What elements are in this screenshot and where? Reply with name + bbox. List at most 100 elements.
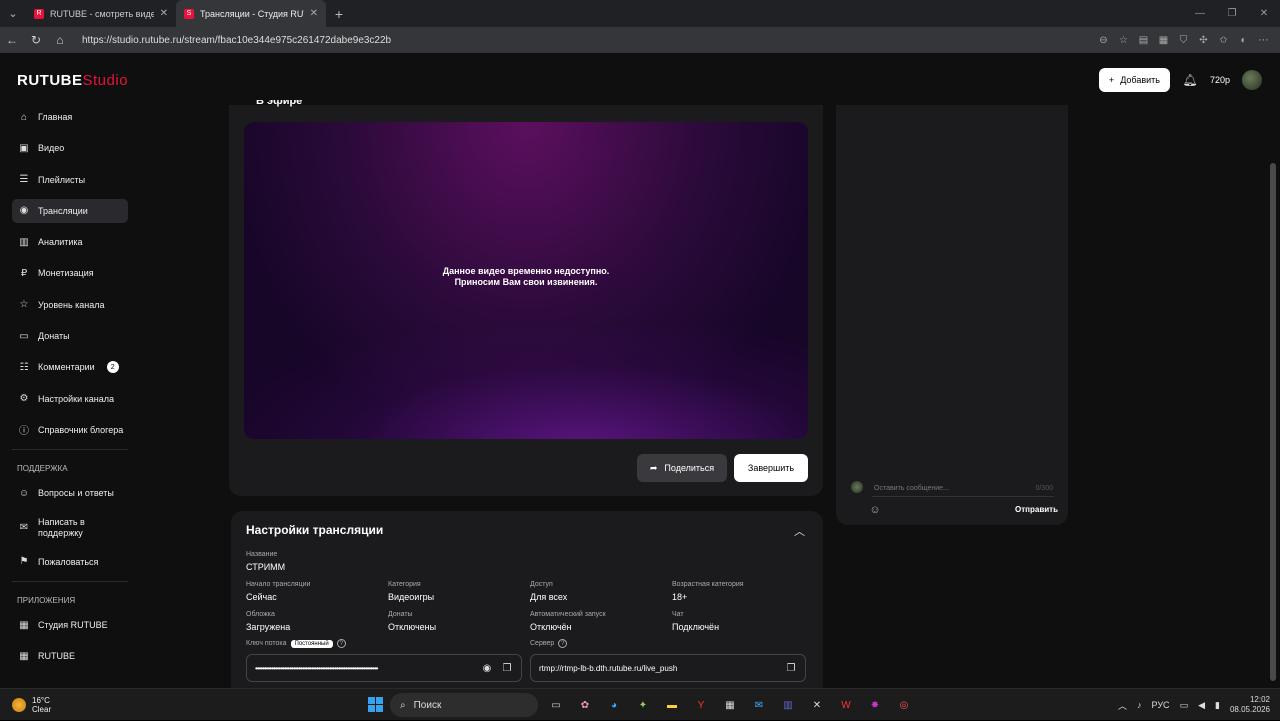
notification-bell-icon[interactable]: 🔔︎ [1182,72,1198,88]
copy-icon[interactable]: ❐ [785,662,797,674]
home-icon[interactable]: ⌂ [48,33,72,47]
page-scrollbar[interactable] [1270,157,1276,684]
chevron-up-icon[interactable]: ︿ [1118,699,1127,712]
extension-icon[interactable]: ▦ [1157,34,1170,47]
sidebar-item-blogger-guide[interactable]: ⓘ Справочник блогера [12,418,128,442]
new-tab-icon[interactable]: + [326,6,352,22]
sidebar-divider [12,581,128,583]
end-stream-button[interactable]: Завершить [734,454,808,482]
close-window-icon[interactable]: ✕ [1248,0,1280,27]
reload-icon[interactable]: ↻ [24,33,48,47]
sidebar-item-comments[interactable]: ☷ Комментарии 2 [12,355,128,379]
sidebar-item-playlists[interactable]: ☰ Плейлисты [12,168,128,192]
windows-start-icon[interactable] [368,697,383,712]
donate-icon: ▭ [19,330,29,342]
video-unavailable-message: Данное видео временно недоступно. Принос… [442,266,610,287]
store-icon[interactable]: ▦ [720,695,740,715]
server-url-field[interactable]: rtmp://rtmp-lb-b.dth.rutube.ru/live_push… [530,654,806,682]
mail-app-icon[interactable]: ✉ [749,695,769,715]
file-explorer-icon[interactable]: ▬ [662,695,682,715]
tab-list-chevron-icon[interactable]: ⌄ [0,0,26,27]
emoji-icon[interactable]: ☺ [869,504,881,516]
chevron-up-icon[interactable]: ︿ [794,523,805,539]
help-icon[interactable]: ? [558,639,568,648]
sidebar-item-analytics[interactable]: ▥ Аналитика [12,230,128,254]
mail-icon: ✉ [19,522,29,534]
browser-app-icon[interactable]: ◎ [894,695,914,715]
info-icon: ⓘ [19,426,29,438]
address-bar: ← ↻ ⌂ https://studio.rutube.ru/stream/fb… [0,27,1280,53]
stream-key-field[interactable]: ••••••••••••••••••••••••••••••••••••••••… [246,654,522,682]
copy-icon[interactable]: ❐ [501,662,513,674]
add-button[interactable]: + Добавить [1098,68,1170,92]
close-tab-icon[interactable]: ✕ [310,8,318,19]
sidebar-item-channel-level[interactable]: ☆ Уровень канала [12,293,128,317]
back-icon[interactable]: ← [0,33,24,47]
sidebar-item-studio-app[interactable]: ▦ Студия RUTUBE [12,613,128,637]
language-indicator[interactable]: РУС [1152,700,1170,710]
analytics-icon: ▥ [19,236,29,248]
system-tray: ︿ ♪ РУС ▭ ◀ ▮ 12:02 08.05.2026 [1118,689,1270,721]
app-icon[interactable]: W [836,695,856,715]
video-player[interactable]: Данное видео временно недоступно. Принос… [244,122,808,439]
browser-tab-studio[interactable]: S Трансляции - Студия RUTUBE ✕ [176,0,326,27]
sidebar-item-report[interactable]: ⚑ Пожаловаться [12,550,128,574]
field-chat: Чат Подключён [672,611,720,632]
avatar[interactable] [1242,70,1262,90]
share-button[interactable]: ➦ Поделиться [637,454,727,482]
sidebar-item-donations[interactable]: ▭ Донаты [12,324,128,348]
task-view-icon[interactable]: ▭ [546,695,566,715]
favorites-icon[interactable]: ✩ [1217,34,1230,47]
on-air-title: В эфире [256,100,303,107]
battery-icon[interactable]: ▮ [1215,700,1220,711]
profile-icon[interactable]: ◐ [1237,34,1250,47]
sidebar-item-home[interactable]: ⌂ Главная [12,105,128,129]
network-icon[interactable]: ▭ [1180,700,1189,711]
balance[interactable]: 720р [1210,75,1230,85]
extension-icon[interactable]: ▤ [1137,34,1150,47]
edge-browser-icon[interactable]: ◕ [604,695,624,715]
rutube-studio-logo[interactable]: RUTUBEStudio [17,72,128,89]
maximize-icon[interactable]: ❐ [1216,0,1248,27]
sidebar-divider [12,449,128,451]
close-tab-icon[interactable]: ✕ [160,8,168,19]
comments-count-badge: 2 [106,361,119,374]
minimize-icon[interactable]: — [1184,0,1216,27]
taskbar-search[interactable]: ⌕ Поиск [390,693,538,717]
microphone-icon[interactable]: ♪ [1137,700,1142,710]
field-access: Доступ Для всех [530,581,568,602]
sidebar-item-monetization[interactable]: ₽ Монетизация [12,261,128,285]
url-field[interactable]: https://studio.rutube.ru/stream/fbac10e3… [82,35,1097,46]
sidebar-item-channel-settings[interactable]: ⚙ Настройки канала [12,387,128,411]
app-icon[interactable]: ✕ [807,695,827,715]
extensions-puzzle-icon[interactable]: ✣ [1197,34,1210,47]
eye-icon[interactable]: ◉ [481,662,493,674]
help-icon[interactable]: ? [336,639,346,648]
scrollbar-thumb[interactable] [1270,163,1276,681]
browser-tab-rutube[interactable]: R RUTUBE - смотреть видео онлай ✕ [26,0,176,27]
sidebar-item-rutube-app[interactable]: ▦ RUTUBE [12,644,128,668]
send-button[interactable]: Отправить [1015,505,1058,514]
app-icon[interactable]: ✦ [633,695,653,715]
stream-settings-panel: Настройки трансляции ︿ Название СТРИММ Н… [231,511,823,688]
copilot-icon[interactable]: ✿ [575,695,595,715]
sidebar-item-video[interactable]: ▣ Видео [12,136,128,160]
sidebar-item-write-support[interactable]: ✉ Написать в поддержку [12,513,128,543]
sidebar-item-faq[interactable]: ☺ Вопросы и ответы [12,481,128,505]
chat-input-underline [872,496,1054,497]
volume-icon[interactable]: ◀ [1198,700,1205,711]
menu-icon[interactable]: ⋯ [1257,34,1270,47]
chat-panel: Оставить сообщение... 0/300 ☺ Отправить [836,105,1068,525]
server-label: Сервер? [530,639,568,652]
tab-title: Трансляции - Студия RUTUBE [200,8,304,19]
app-icon[interactable]: ✸ [865,695,885,715]
bookmark-star-icon[interactable]: ☆ [1117,34,1130,47]
sidebar-item-broadcasts[interactable]: ◉ Трансляции [12,198,128,223]
zoom-icon[interactable]: ⊖ [1097,34,1110,47]
weather-widget[interactable]: 16°C Clear [12,696,132,714]
shield-icon[interactable]: ⛉ [1177,34,1190,47]
yandex-browser-icon[interactable]: Y [691,695,711,715]
clock[interactable]: 12:02 08.05.2026 [1230,695,1270,715]
chat-message-input[interactable]: Оставить сообщение... [874,485,949,492]
app-icon[interactable]: ▥ [778,695,798,715]
